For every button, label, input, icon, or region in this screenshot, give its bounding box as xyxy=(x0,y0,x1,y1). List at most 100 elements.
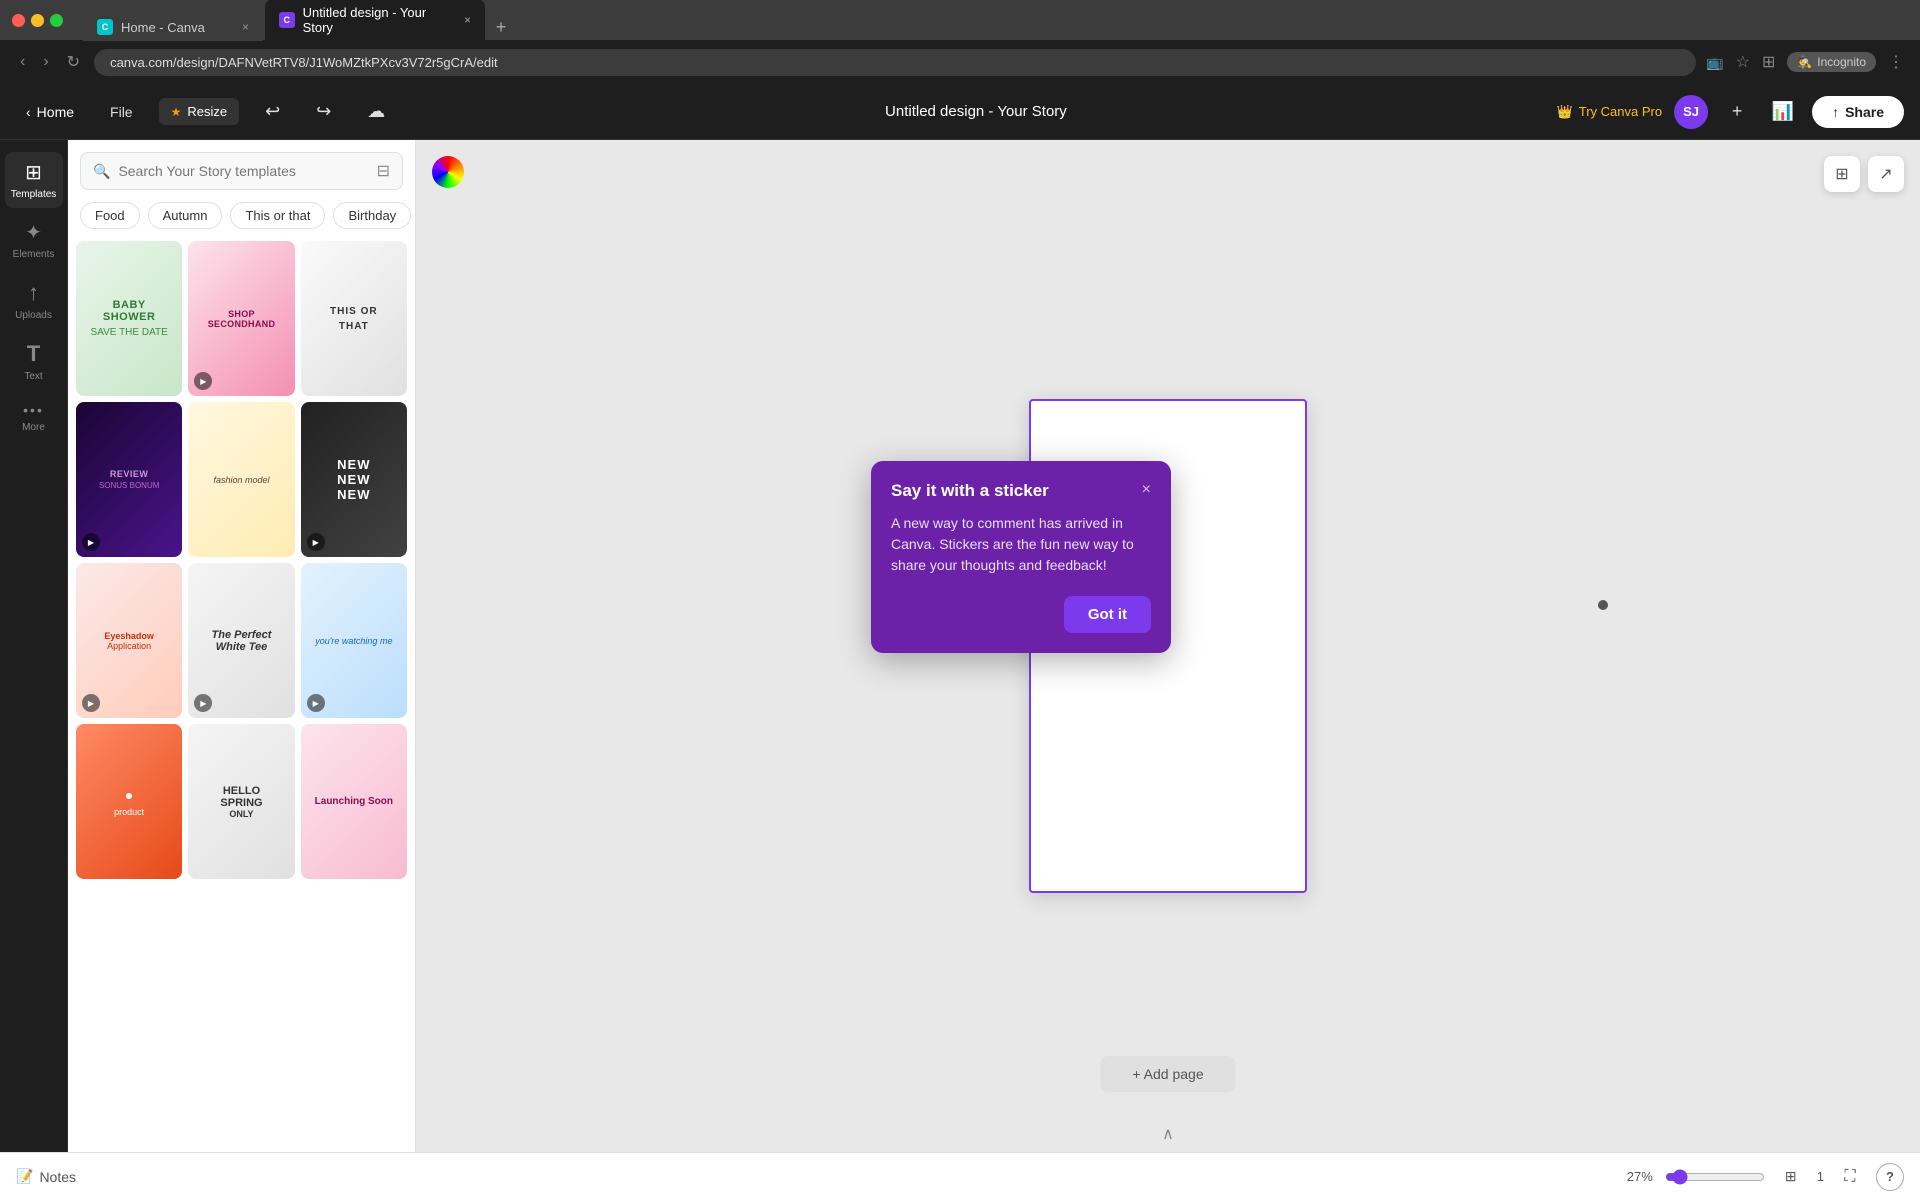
panel-search-area: 🔍 ⊟ xyxy=(68,140,415,202)
zoom-level-label: 27% xyxy=(1627,1169,1653,1184)
notes-label: Notes xyxy=(39,1169,76,1185)
topbar-center: Untitled design - Your Story xyxy=(411,103,1540,120)
template-video-icon-8: ▶ xyxy=(194,694,212,712)
address-bar[interactable] xyxy=(94,49,1696,76)
file-button[interactable]: File xyxy=(100,98,143,126)
notes-button[interactable]: 📝 Notes xyxy=(16,1168,76,1185)
sidebar-item-templates[interactable]: ⊞ Templates xyxy=(5,152,63,208)
grid-view-button[interactable]: ⊞ xyxy=(1777,1163,1805,1191)
canvas-frame[interactable]: Say it with a sticker × A new way to com… xyxy=(1029,399,1307,893)
template-card-6[interactable]: NEW NEW NEW ▶ xyxy=(301,402,407,557)
sticker-popup: Say it with a sticker × A new way to com… xyxy=(871,461,1171,653)
sidebar-item-uploads[interactable]: ↑ Uploads xyxy=(5,272,63,329)
tab-design-close[interactable]: × xyxy=(464,13,471,27)
template-row-1: BABY SHOWER SAVE THE DATE SHOP SECONDHAN… xyxy=(76,241,407,396)
template-card-1[interactable]: BABY SHOWER SAVE THE DATE xyxy=(76,241,182,396)
search-icon: 🔍 xyxy=(93,163,110,180)
share-arrow-icon: ↑ xyxy=(1832,104,1839,120)
page-indicator: 1 xyxy=(1817,1169,1824,1184)
collapse-button[interactable]: ∧ xyxy=(416,1120,1920,1152)
analytics-button[interactable]: 📊 xyxy=(1766,95,1800,129)
template-video-icon-2: ▶ xyxy=(194,372,212,390)
bookmark-icon[interactable]: ☆ xyxy=(1736,52,1750,72)
search-box: 🔍 ⊟ xyxy=(80,152,403,190)
template-card-11[interactable]: HELLO SPRING ONLY xyxy=(188,724,294,879)
sidebar: ⊞ Templates ✦ Elements ↑ Uploads T Text … xyxy=(0,140,68,1152)
maximize-window-btn[interactable] xyxy=(50,14,63,27)
main-content: ⊞ Templates ✦ Elements ↑ Uploads T Text … xyxy=(0,140,1920,1152)
crown-icon: 👑 xyxy=(1557,104,1573,120)
back-button[interactable]: ‹ xyxy=(16,49,29,75)
forward-button[interactable]: › xyxy=(39,49,52,75)
close-window-btn[interactable] xyxy=(12,14,25,27)
more-icon: ••• xyxy=(23,402,44,418)
tag-this-or-that[interactable]: This or that xyxy=(230,202,325,229)
reload-button[interactable]: ↻ xyxy=(63,48,84,76)
user-avatar[interactable]: SJ xyxy=(1674,95,1708,129)
tab-home-label: Home - Canva xyxy=(121,20,205,35)
template-card-5[interactable]: fashion model xyxy=(188,402,294,557)
minimize-window-btn[interactable] xyxy=(31,14,44,27)
export-canvas-button[interactable]: ↗ xyxy=(1868,156,1904,192)
tag-food[interactable]: Food xyxy=(80,202,140,229)
notes-icon: 📝 xyxy=(16,1168,33,1185)
new-tab-button[interactable]: + xyxy=(487,13,515,41)
tags-bar: Food Autumn This or that Birthday › xyxy=(68,202,415,241)
color-palette-button[interactable] xyxy=(432,156,464,188)
help-button[interactable]: ? xyxy=(1876,1163,1904,1191)
templates-icon: ⊞ xyxy=(25,160,42,185)
resize-star-icon: ★ xyxy=(171,105,182,119)
grid-icon[interactable]: ⊞ xyxy=(1762,52,1775,72)
duplicate-canvas-button[interactable]: ⊞ xyxy=(1824,156,1860,192)
fullscreen-button[interactable]: ⛶ xyxy=(1836,1163,1864,1191)
popup-title: Say it with a sticker xyxy=(891,481,1049,501)
page-number: 1 xyxy=(1817,1169,1824,1184)
bottom-bar: 📝 Notes 27% ⊞ 1 ⛶ ? xyxy=(0,1152,1920,1200)
tab-home[interactable]: C Home - Canva × xyxy=(83,13,263,41)
template-video-icon-4: ▶ xyxy=(82,533,100,551)
template-card-9[interactable]: you're watching me ▶ xyxy=(301,563,407,718)
template-card-4[interactable]: REVIEW SONUS BONUM ▶ xyxy=(76,402,182,557)
template-card-12[interactable]: Launching Soon xyxy=(301,724,407,879)
canvas-toolbar: ⊞ ↗ xyxy=(1824,156,1904,192)
template-card-7[interactable]: Eyeshadow Application ▶ xyxy=(76,563,182,718)
sidebar-item-elements[interactable]: ✦ Elements xyxy=(5,212,63,268)
try-pro-button[interactable]: 👑 Try Canva Pro xyxy=(1557,104,1663,120)
sidebar-item-more[interactable]: ••• More xyxy=(5,394,63,441)
add-button[interactable]: + xyxy=(1720,95,1754,129)
cast-icon[interactable]: 📺 xyxy=(1706,54,1723,71)
canvas-area: ⊞ ↗ Say it with a sticker × A new way to… xyxy=(416,140,1920,1152)
menu-icon[interactable]: ⋮ xyxy=(1888,52,1904,72)
resize-button[interactable]: ★ Resize xyxy=(159,98,240,125)
incognito-label: Incognito xyxy=(1817,55,1866,69)
home-button[interactable]: ‹ Home xyxy=(16,98,84,126)
template-card-2[interactable]: SHOP SECONDHAND ▶ xyxy=(188,241,294,396)
save-status-button[interactable]: ☁ xyxy=(357,95,395,128)
tag-birthday[interactable]: Birthday xyxy=(333,202,411,229)
share-button[interactable]: ↑ Share xyxy=(1812,96,1904,128)
template-row-3: Eyeshadow Application ▶ The Perfect Whit… xyxy=(76,563,407,718)
tab-home-close[interactable]: × xyxy=(242,20,249,34)
tab-design[interactable]: C Untitled design - Your Story × xyxy=(265,0,485,41)
file-label: File xyxy=(110,104,133,120)
template-card-3[interactable]: THIS OR THAT xyxy=(301,241,407,396)
zoom-slider[interactable] xyxy=(1665,1169,1765,1185)
bottom-right-controls: 27% ⊞ 1 ⛶ ? xyxy=(1627,1163,1904,1191)
sidebar-item-text[interactable]: T Text xyxy=(5,333,63,390)
sidebar-elements-label: Elements xyxy=(13,249,55,260)
elements-icon: ✦ xyxy=(25,220,42,245)
sidebar-uploads-label: Uploads xyxy=(15,310,52,321)
tag-autumn[interactable]: Autumn xyxy=(148,202,223,229)
popup-close-button[interactable]: × xyxy=(1142,481,1151,499)
undo-button[interactable]: ↩ xyxy=(255,95,290,128)
sidebar-text-label: Text xyxy=(24,371,42,382)
template-card-10[interactable]: ● product xyxy=(76,724,182,879)
incognito-badge: 🕵 Incognito xyxy=(1787,52,1876,72)
filter-icon[interactable]: ⊟ xyxy=(377,161,390,181)
add-page-button[interactable]: + Add page xyxy=(1100,1056,1235,1092)
search-input[interactable] xyxy=(118,163,368,179)
got-it-button[interactable]: Got it xyxy=(1064,596,1151,633)
tab-design-favicon: C xyxy=(279,12,295,28)
redo-button[interactable]: ↪ xyxy=(306,95,341,128)
template-card-8[interactable]: The Perfect White Tee ▶ xyxy=(188,563,294,718)
